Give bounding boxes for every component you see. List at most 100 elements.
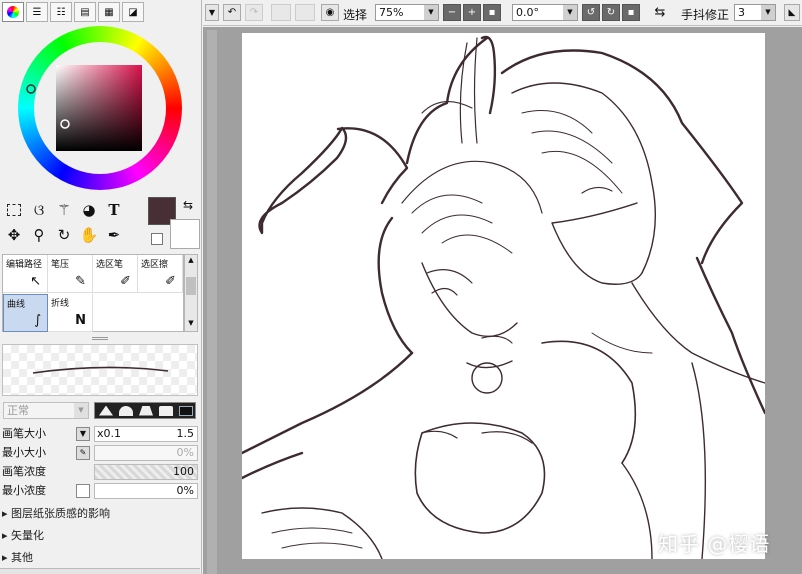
brush-polyline[interactable]: 折线 N (48, 294, 93, 332)
color-wheel[interactable] (18, 26, 182, 190)
sub-color-swatch[interactable] (170, 219, 200, 249)
palette-icon: ▤ (80, 6, 90, 18)
top-toolbar: ▼ ↶ ↷ ◉ 选择 75% ▼ − + ▪ 0.0° ▼ ↺ ↻ ▪ ⇆ 手抖… (203, 0, 802, 26)
scroll-up-icon[interactable]: ▲ (186, 256, 196, 268)
text-icon[interactable]: T (102, 198, 126, 222)
fill-icon[interactable]: ◕ (77, 198, 101, 222)
zoom-out-icon[interactable]: − (443, 4, 461, 21)
rotate-cw-icon[interactable]: ↻ (602, 4, 620, 21)
color-tabs: ☰ ☷ ▤ ▦ ◪ (2, 2, 144, 22)
scroll-thumb[interactable] (186, 277, 196, 295)
shape-square-icon[interactable] (179, 405, 193, 416)
lasso-icon[interactable]: ଓ (27, 198, 51, 222)
brush-edit-path[interactable]: 编辑路径 ↖ (3, 255, 48, 293)
edit-path-icon: ↖ (30, 274, 41, 289)
stabilizer-select[interactable]: 3 ▼ (734, 4, 776, 21)
shape-flat-icon[interactable] (159, 405, 173, 416)
shape-trapezoid-icon[interactable] (139, 405, 153, 416)
brush-curve[interactable]: 曲线 ∫ (3, 294, 48, 332)
chevron-right-icon: ▸ (2, 507, 12, 520)
section-vectorize[interactable]: ▸ 矢量化 (2, 527, 44, 543)
density-label: 画笔浓度 (2, 465, 46, 478)
drawing-canvas[interactable] (240, 33, 767, 560)
eye-icon[interactable]: ◉ (321, 4, 339, 21)
hand-icon[interactable]: ✋ (77, 223, 101, 247)
move-icon[interactable]: ✥ (2, 223, 26, 247)
brush-selection-pen[interactable]: 选区笔 ✐ (93, 255, 138, 293)
brush-label: 笔压 (51, 260, 70, 270)
min-size-field[interactable]: 0% (94, 445, 198, 461)
hsv-sliders-tab[interactable]: ☷ (50, 2, 72, 22)
size-multiplier: x0.1 (97, 427, 122, 440)
toolbar-menu-icon[interactable]: ▼ (205, 4, 219, 21)
brush-scrollbar[interactable]: ▲ ▼ (184, 254, 198, 332)
pressure-size-icon[interactable]: ✎ (76, 446, 90, 460)
min-density-value: 0% (176, 484, 194, 497)
angle-select[interactable]: 0.0° ▼ (512, 4, 578, 21)
color-wheel-tab[interactable] (2, 2, 24, 22)
rotate-icon[interactable]: ↻ (52, 223, 76, 247)
rgb-sliders-tab[interactable]: ☰ (26, 2, 48, 22)
density-row: 画笔浓度 100 (2, 463, 200, 481)
rotate-ccw-icon[interactable]: ↺ (582, 4, 600, 21)
min-size-row: 最小大小 ✎ 0% (2, 444, 200, 462)
scratchpad-tab[interactable]: ◪ (122, 2, 144, 22)
undo-icon[interactable]: ↶ (223, 4, 241, 21)
zoom-fit-icon[interactable]: ▪ (483, 4, 501, 21)
color-wheel-icon (7, 6, 19, 18)
section-label: 矢量化 (11, 529, 45, 542)
magic-wand-icon[interactable]: ⚚ (52, 198, 76, 222)
chevron-down-icon: ▼ (761, 5, 775, 20)
scroll-down-icon[interactable]: ▼ (186, 319, 196, 331)
min-density-row: 最小浓度 0% (2, 482, 200, 500)
brush-size-label: 画笔大小 (2, 427, 46, 440)
brush-pressure[interactable]: 笔压 ✎ (48, 255, 93, 293)
selection-pen-icon: ✐ (120, 274, 131, 289)
brush-grid: 编辑路径 ↖ 笔压 ✎ 选区笔 ✐ 选区擦 ✐ 曲线 ∫ 折线 N (2, 254, 184, 332)
panel-splitter[interactable] (92, 337, 108, 340)
brush-size-row: 画笔大小 ▼ x0.1 1.5 (2, 425, 200, 443)
min-size-label: 最小大小 (2, 446, 46, 459)
shape-triangle-icon[interactable] (99, 405, 113, 416)
density-field[interactable]: 100 (94, 464, 198, 480)
line-art (240, 35, 767, 560)
close-icon[interactable]: ◣ (784, 4, 800, 21)
brush-label: 编辑路径 (6, 260, 43, 270)
brush-label: 选区笔 (96, 260, 124, 270)
curve-icon: ∫ (34, 313, 41, 328)
color-set-tab[interactable]: ▦ (98, 2, 120, 22)
rect-select-icon[interactable] (2, 198, 26, 222)
blend-mode-select[interactable]: 正常 ▼ (3, 402, 89, 419)
redo-icon[interactable]: ↷ (245, 4, 263, 21)
invert-selection-button[interactable] (295, 4, 315, 21)
palette-tab[interactable]: ▤ (74, 2, 96, 22)
scratchpad-icon: ◪ (128, 6, 138, 18)
chevron-down-icon: ▼ (563, 5, 577, 20)
brush-label: 折线 (51, 299, 70, 309)
rotate-reset-icon[interactable]: ▪ (622, 4, 640, 21)
min-density-label: 最小浓度 (2, 484, 46, 497)
select-label: 选择 (343, 8, 368, 22)
eyedropper-icon[interactable]: ✒ (102, 223, 126, 247)
brush-shape-selector (94, 402, 196, 419)
zoom-select[interactable]: 75% ▼ (375, 4, 439, 21)
shape-round-icon[interactable] (119, 405, 133, 416)
min-density-checkbox[interactable] (76, 484, 90, 498)
swap-colors-icon[interactable]: ⇆ (183, 198, 193, 212)
min-density-field[interactable]: 0% (94, 483, 198, 499)
section-other[interactable]: ▸ 其他 (2, 549, 33, 565)
chevron-down-icon: ▼ (74, 403, 88, 418)
deselect-button[interactable] (271, 4, 291, 21)
color-set-icon: ▦ (104, 6, 114, 18)
flip-horizontal-icon[interactable]: ⇆ (651, 4, 669, 21)
size-multiplier-dropdown[interactable]: ▼ (76, 427, 90, 441)
section-paper-texture[interactable]: ▸ 图层纸张质感的影响 (2, 505, 110, 521)
brush-label: 选区擦 (141, 260, 169, 270)
brush-size-field[interactable]: x0.1 1.5 (94, 426, 198, 442)
zoom-icon[interactable]: ⚲ (27, 223, 51, 247)
brush-selection-eraser[interactable]: 选区擦 ✐ (138, 255, 183, 293)
canvas-scrollbar[interactable] (207, 30, 217, 574)
transparent-color-icon[interactable] (151, 233, 163, 245)
zoom-in-icon[interactable]: + (463, 4, 481, 21)
section-label: 其他 (11, 551, 34, 564)
